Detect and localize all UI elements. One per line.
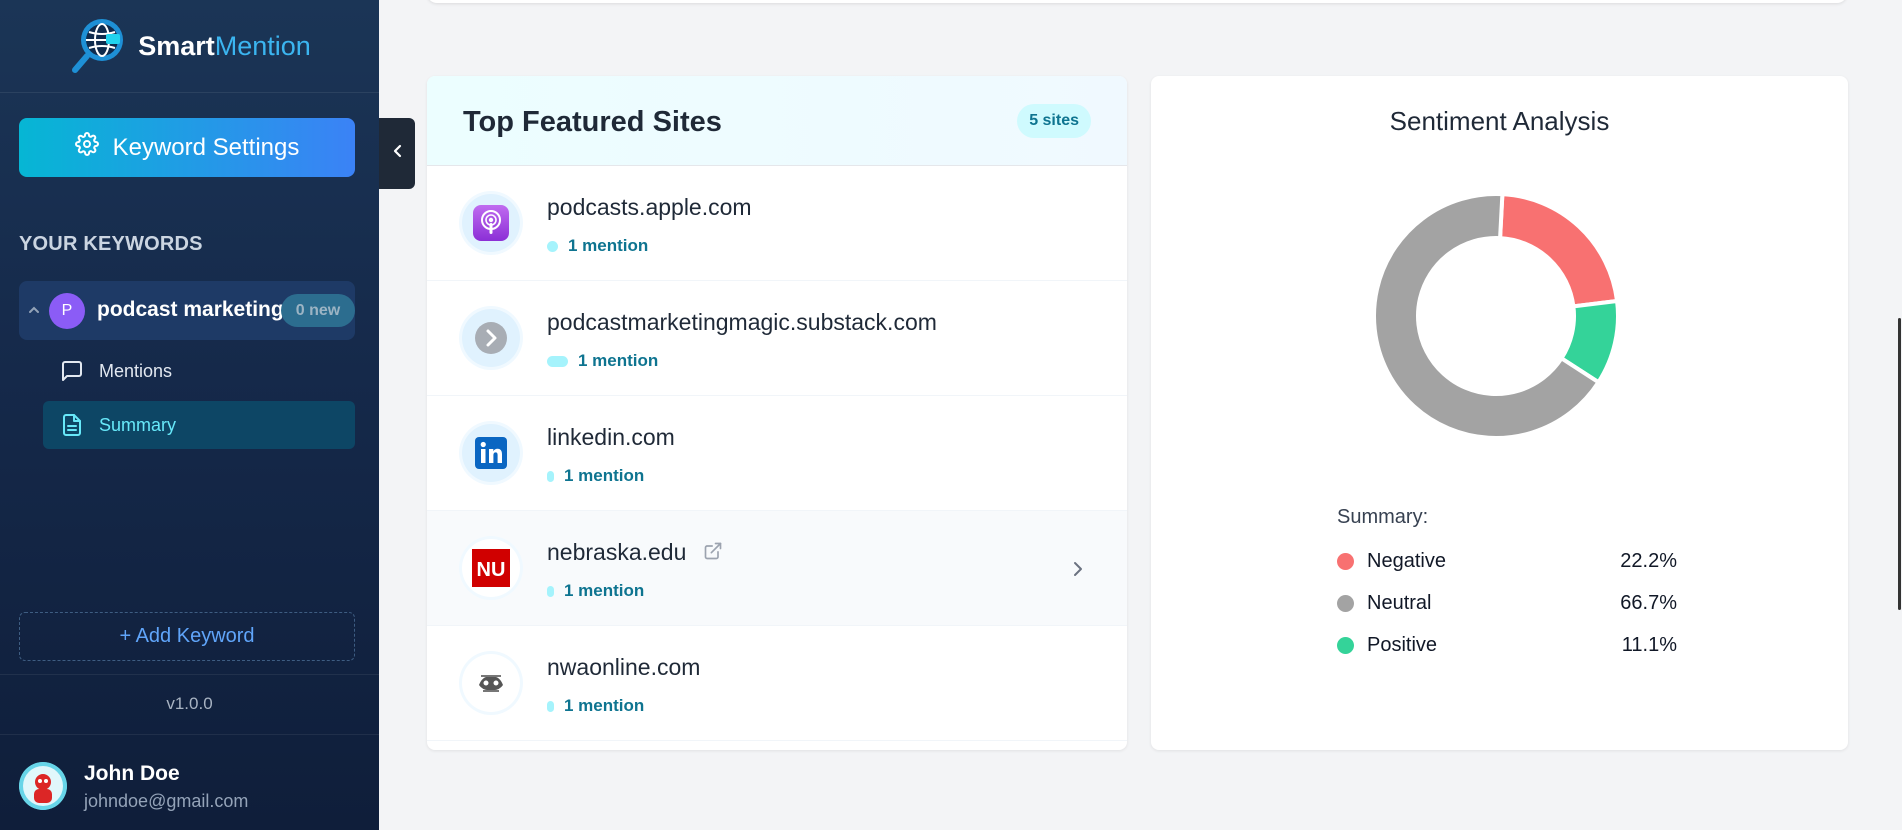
brand-name: SmartMention bbox=[138, 30, 311, 61]
user-name: John Doe bbox=[84, 762, 180, 785]
sidebar-item-mentions[interactable]: Mentions bbox=[43, 347, 355, 395]
chevron-right-circle-icon bbox=[462, 309, 520, 367]
sidebar-item-label: Mentions bbox=[99, 360, 173, 381]
svg-text:NU: NU bbox=[477, 559, 506, 581]
legend-row-neutral: Neutral 66.7% bbox=[1337, 588, 1677, 618]
mention-bar bbox=[547, 240, 558, 252]
mention-bar bbox=[547, 470, 554, 482]
mention-bar bbox=[547, 585, 554, 597]
site-mention-count: 1 mention bbox=[547, 581, 644, 601]
divider bbox=[0, 674, 379, 675]
external-link-icon[interactable] bbox=[703, 540, 723, 567]
donut-slice-negative[interactable] bbox=[1497, 192, 1620, 309]
legend-row-positive: Positive 11.1% bbox=[1337, 630, 1677, 660]
top-featured-sites-card: Top Featured Sites 5 sites podcasts.appl… bbox=[427, 76, 1127, 750]
linkedin-icon bbox=[462, 424, 520, 482]
legend-label: Neutral bbox=[1367, 591, 1432, 614]
site-domain: podcasts.apple.com bbox=[547, 194, 752, 220]
brand-logo-icon bbox=[68, 16, 128, 76]
user-email: johndoe@gmail.com bbox=[84, 791, 249, 811]
keyword-settings-label: Keyword Settings bbox=[112, 133, 300, 161]
legend-row-negative: Negative 22.2% bbox=[1337, 546, 1677, 576]
site-mention-count: 1 mention bbox=[547, 351, 658, 371]
sidebar: SmartMention Keyword Settings YOUR KEYWO… bbox=[0, 0, 379, 830]
brand[interactable]: SmartMention bbox=[0, 0, 379, 93]
site-mention-count: 1 mention bbox=[547, 696, 644, 716]
your-keywords-heading: YOUR KEYWORDS bbox=[19, 233, 203, 255]
collapse-sidebar-button[interactable] bbox=[379, 118, 415, 189]
gear-icon bbox=[74, 132, 99, 163]
site-domain: podcastmarketingmagic.substack.com bbox=[547, 309, 937, 335]
chevron-right-icon[interactable] bbox=[1071, 559, 1085, 584]
summary-label: Summary: bbox=[1337, 506, 1429, 528]
site-row[interactable]: linkedin.com 1 mention bbox=[427, 396, 1127, 511]
site-domain: nebraska.edu bbox=[547, 539, 723, 567]
scrollbar-thumb[interactable] bbox=[1898, 318, 1901, 610]
positive-dot bbox=[1337, 636, 1354, 654]
site-mention-count: 1 mention bbox=[547, 236, 648, 256]
mention-label: 1 mention bbox=[564, 696, 645, 715]
site-row[interactable]: podcasts.apple.com 1 mention bbox=[427, 166, 1127, 281]
sentiment-analysis-card: Sentiment Analysis Summary: Negative 22.… bbox=[1151, 76, 1848, 750]
mention-label: 1 mention bbox=[568, 236, 649, 255]
mention-label: 1 mention bbox=[564, 466, 645, 485]
message-square-icon bbox=[60, 359, 84, 383]
site-domain: linkedin.com bbox=[547, 424, 675, 450]
sentiment-donut-chart bbox=[1372, 192, 1620, 440]
keyword-avatar: P bbox=[49, 293, 85, 329]
keyword-item-podcast-marketing[interactable]: P podcast marketing 0 new bbox=[19, 281, 355, 340]
sidebar-item-summary[interactable]: Summary bbox=[43, 401, 355, 449]
legend-label: Positive bbox=[1367, 633, 1438, 656]
file-text-icon bbox=[60, 413, 84, 437]
sidebar-item-label: Summary bbox=[99, 414, 177, 435]
legend-value: 22.2% bbox=[1620, 549, 1677, 572]
mention-label: 1 mention bbox=[578, 351, 659, 370]
sentiment-title: Sentiment Analysis bbox=[1389, 106, 1610, 136]
legend-label: Negative bbox=[1367, 549, 1446, 572]
site-mention-count: 1 mention bbox=[547, 466, 644, 486]
mention-bar bbox=[547, 700, 554, 712]
top-card-edge bbox=[427, 0, 1847, 3]
keyword-settings-button[interactable]: Keyword Settings bbox=[19, 118, 355, 177]
site-row[interactable]: podcastmarketingmagic.substack.com 1 men… bbox=[427, 281, 1127, 396]
keyword-name: podcast marketing bbox=[97, 298, 284, 321]
sites-card-title: Top Featured Sites bbox=[463, 106, 722, 138]
nwaonline-logo-icon bbox=[462, 654, 520, 712]
mention-label: 1 mention bbox=[564, 581, 645, 600]
user-avatar[interactable] bbox=[19, 762, 67, 810]
negative-dot bbox=[1337, 552, 1354, 570]
chevron-up-icon[interactable] bbox=[27, 303, 41, 317]
site-row[interactable]: NU nebraska.edu 1 mention bbox=[427, 511, 1127, 626]
add-keyword-button[interactable]: + Add Keyword bbox=[19, 612, 355, 661]
new-count-badge: 0 new bbox=[281, 294, 355, 327]
site-domain: nwaonline.com bbox=[547, 654, 701, 680]
nu-logo-icon: NU bbox=[462, 539, 520, 597]
neutral-dot bbox=[1337, 594, 1354, 612]
apple-podcasts-icon bbox=[462, 194, 520, 252]
legend-value: 66.7% bbox=[1620, 591, 1677, 614]
sites-count-badge: 5 sites bbox=[1017, 104, 1091, 138]
app-version: v1.0.0 bbox=[166, 694, 213, 713]
mention-bar bbox=[547, 355, 568, 367]
legend-value: 11.1% bbox=[1621, 633, 1677, 656]
divider bbox=[0, 734, 379, 735]
chevron-left-icon bbox=[390, 143, 404, 164]
sites-card-header: Top Featured Sites 5 sites bbox=[427, 76, 1127, 166]
site-row[interactable]: nwaonline.com 1 mention bbox=[427, 626, 1127, 741]
